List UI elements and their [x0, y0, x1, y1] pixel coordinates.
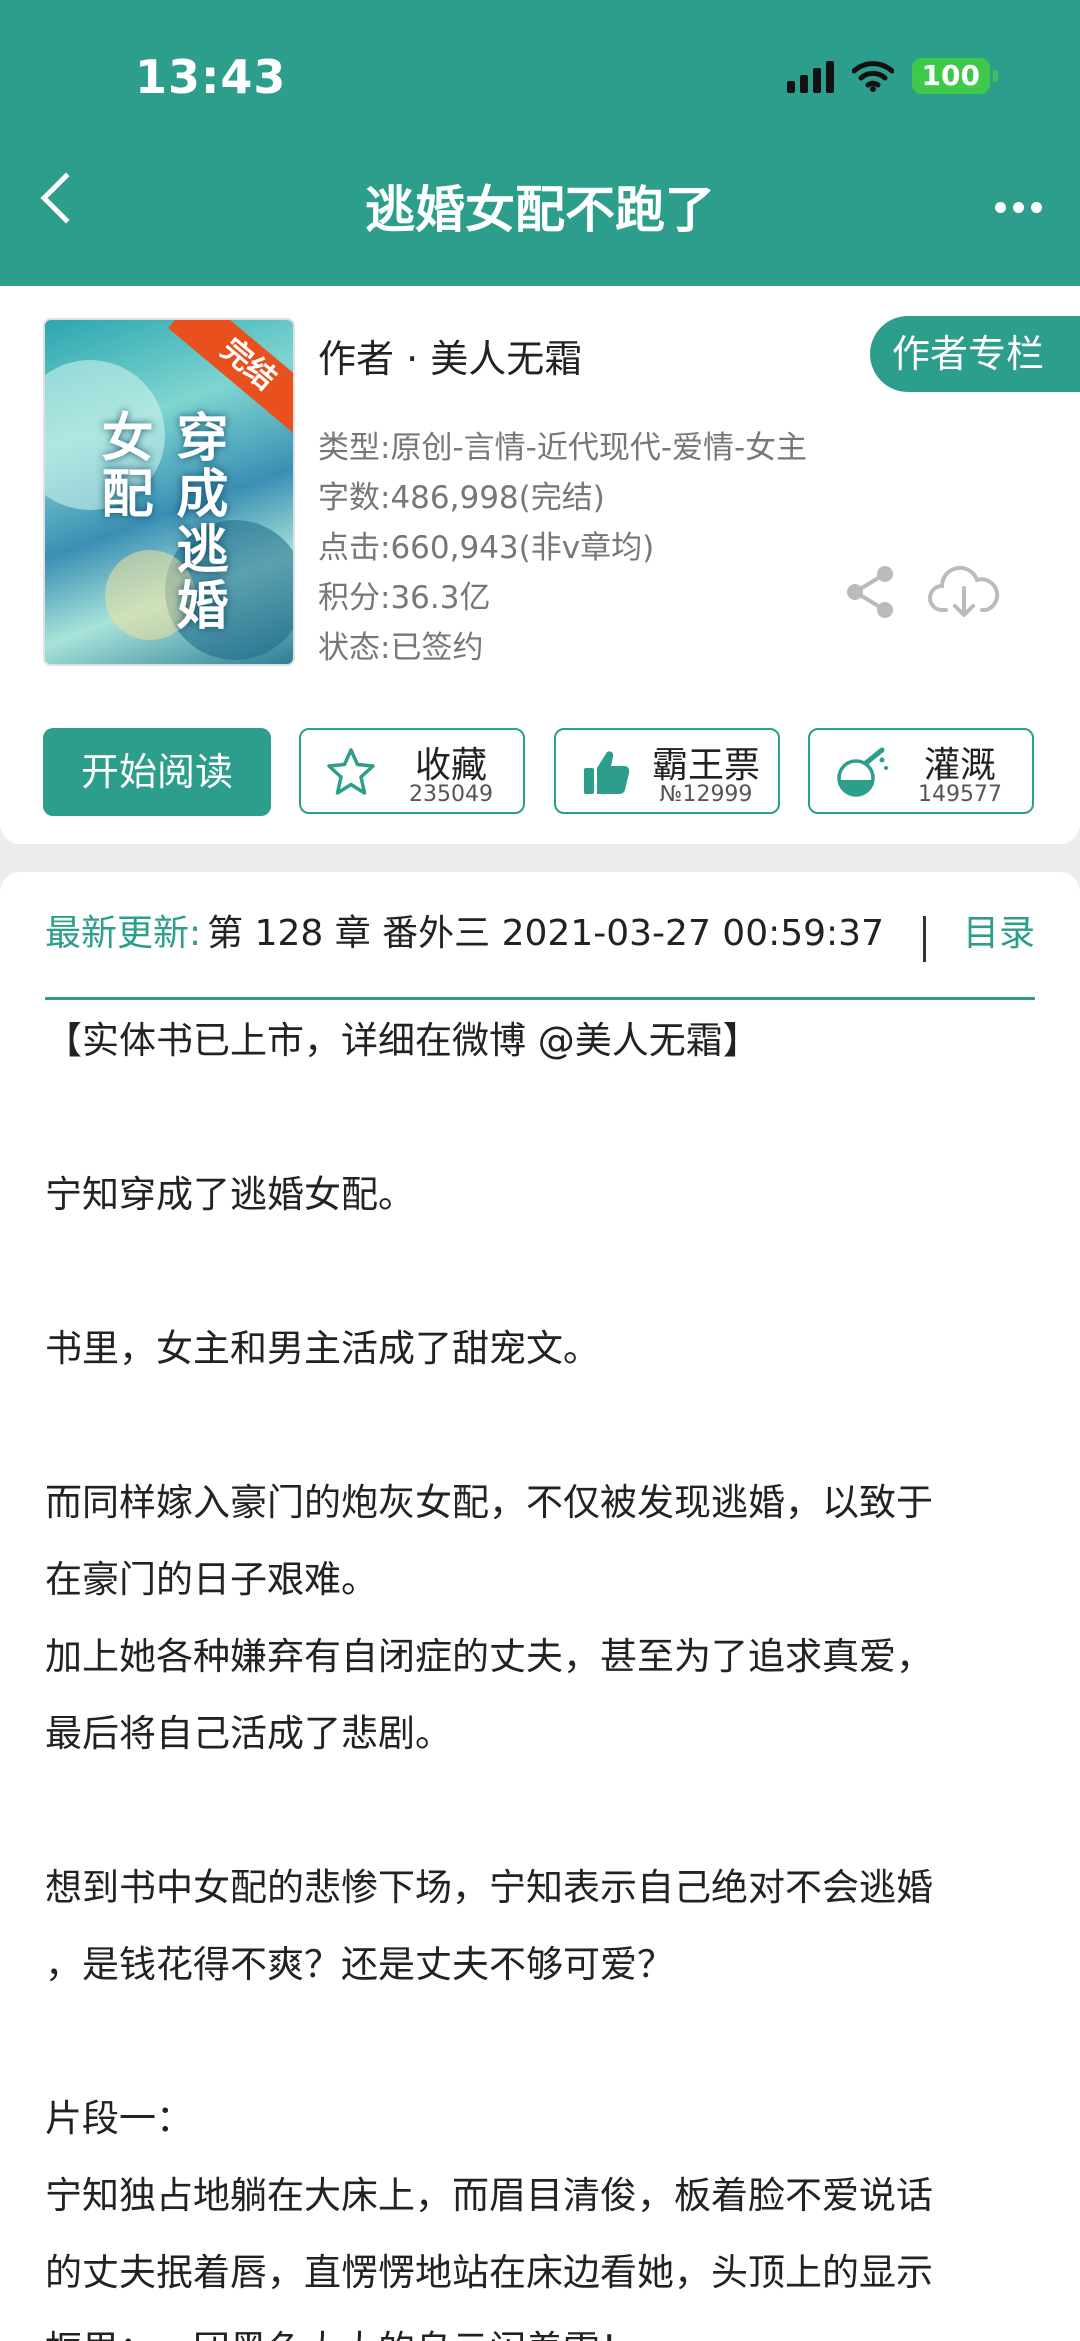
summary-line: 宁知穿成了逃婚女配。 [45, 1173, 415, 1216]
table-of-contents-link[interactable]: 目录 [963, 896, 1035, 972]
cover-title: 穿成逃婚女配 [92, 410, 227, 634]
status-time: 13:43 [135, 50, 287, 104]
summary-line: 的丈夫抿着唇，直愣愣地站在床边看她，头顶上的显示 [45, 2251, 933, 2294]
favorite-count: 235049 [409, 782, 493, 807]
summary-line: 【实体书已上市，详细在微博 @美人无霜】 [45, 1019, 760, 1062]
author-column-button[interactable]: 作者专栏 [870, 316, 1080, 392]
summary-line: 最后将自己活成了悲剧。 [45, 1712, 452, 1755]
vote-label: 霸王票 [651, 745, 760, 786]
summary-line [45, 1079, 1045, 1156]
start-reading-button[interactable]: 开始阅读 [43, 728, 271, 816]
book-summary-section: 最新更新: 第 128 章 番外三 2021-03-27 00:59:37 目录 … [0, 872, 1080, 2341]
status-icons: 100 [786, 58, 999, 94]
summary-line: 宁知独占地躺在大床上，而眉目清俊，板着脸不爱说话 [45, 2174, 933, 2217]
book-cover[interactable]: 穿成逃婚女配 完结 [43, 318, 295, 666]
water-label: 灌溉 [923, 745, 996, 786]
vote-count: №12999 [659, 782, 753, 807]
water-count: 149577 [918, 782, 1002, 807]
cloud-download-icon[interactable] [928, 564, 1000, 620]
latest-update-row[interactable]: 最新更新: 第 128 章 番外三 2021-03-27 00:59:37 目录 [45, 896, 1035, 1000]
summary-text: 【实体书已上市，详细在微博 @美人无霜】 宁知穿成了逃婚女配。书里，女主和男主活成… [45, 1002, 1045, 2341]
summary-line: ，是钱花得不爽？还是丈夫不够可爱？ [45, 1943, 674, 1986]
thumbs-up-icon [584, 751, 630, 794]
watering-flask-icon [837, 747, 888, 797]
meta-clicks: 点击:660,943(非v章均) [318, 530, 655, 566]
favorite-button[interactable]: 收藏 235049 [299, 728, 525, 814]
author-name[interactable]: 作者 · 美人无霜 [318, 328, 582, 383]
meta-status: 状态:已签约 [318, 630, 484, 666]
summary-line: 在豪门的日子艰难。 [45, 1558, 378, 1601]
page-title: 逃婚女配不跑了 [365, 181, 715, 239]
wifi-icon [851, 61, 894, 92]
summary-line: 框里：一团黑色大大的乌云闪着雷！ [45, 2311, 1045, 2341]
meta-genre: 类型:原创-言情-近代现代-爱情-女主 [318, 430, 808, 466]
share-icon[interactable] [843, 564, 899, 620]
meta-score: 积分:36.3亿 [318, 580, 491, 616]
summary-line: 片段一： [45, 2097, 193, 2140]
more-options-icon[interactable] [995, 202, 1042, 213]
divider [923, 916, 926, 962]
summary-line: 而同样嫁入豪门的炮灰女配，不仅被发现逃婚，以致于 [45, 1481, 933, 1524]
summary-line [45, 1772, 1045, 1849]
latest-update-label: 最新更新: [45, 913, 202, 954]
summary-line [45, 2003, 1045, 2080]
meta-word-count: 字数:486,998(完结) [318, 480, 605, 516]
star-icon [327, 748, 375, 795]
summary-line: 加上她各种嫌弃有自闭症的丈夫，甚至为了追求真爱， [45, 1635, 933, 1678]
app-header: 13:43 100 逃婚女配不跑了 [0, 0, 1080, 286]
book-info-card: 穿成逃婚女配 完结 作者 · 美人无霜 作者专栏 类型:原创-言情-近代现代-爱… [0, 286, 1080, 844]
vote-button[interactable]: 霸王票 №12999 [554, 728, 780, 814]
summary-line [45, 1387, 1045, 1464]
summary-line: 书里，女主和男主活成了甜宠文。 [45, 1327, 600, 1370]
favorite-label: 收藏 [414, 745, 487, 786]
summary-line: 想到书中女配的悲惨下场，宁知表示自己绝对不会逃婚 [45, 1866, 933, 1909]
summary-line [45, 1233, 1045, 1310]
cellular-signal-icon [786, 59, 834, 93]
latest-chapter[interactable]: 第 128 章 番外三 2021-03-27 00:59:37 [207, 913, 884, 954]
water-button[interactable]: 灌溉 149577 [808, 728, 1034, 814]
battery-indicator: 100 [911, 58, 999, 94]
